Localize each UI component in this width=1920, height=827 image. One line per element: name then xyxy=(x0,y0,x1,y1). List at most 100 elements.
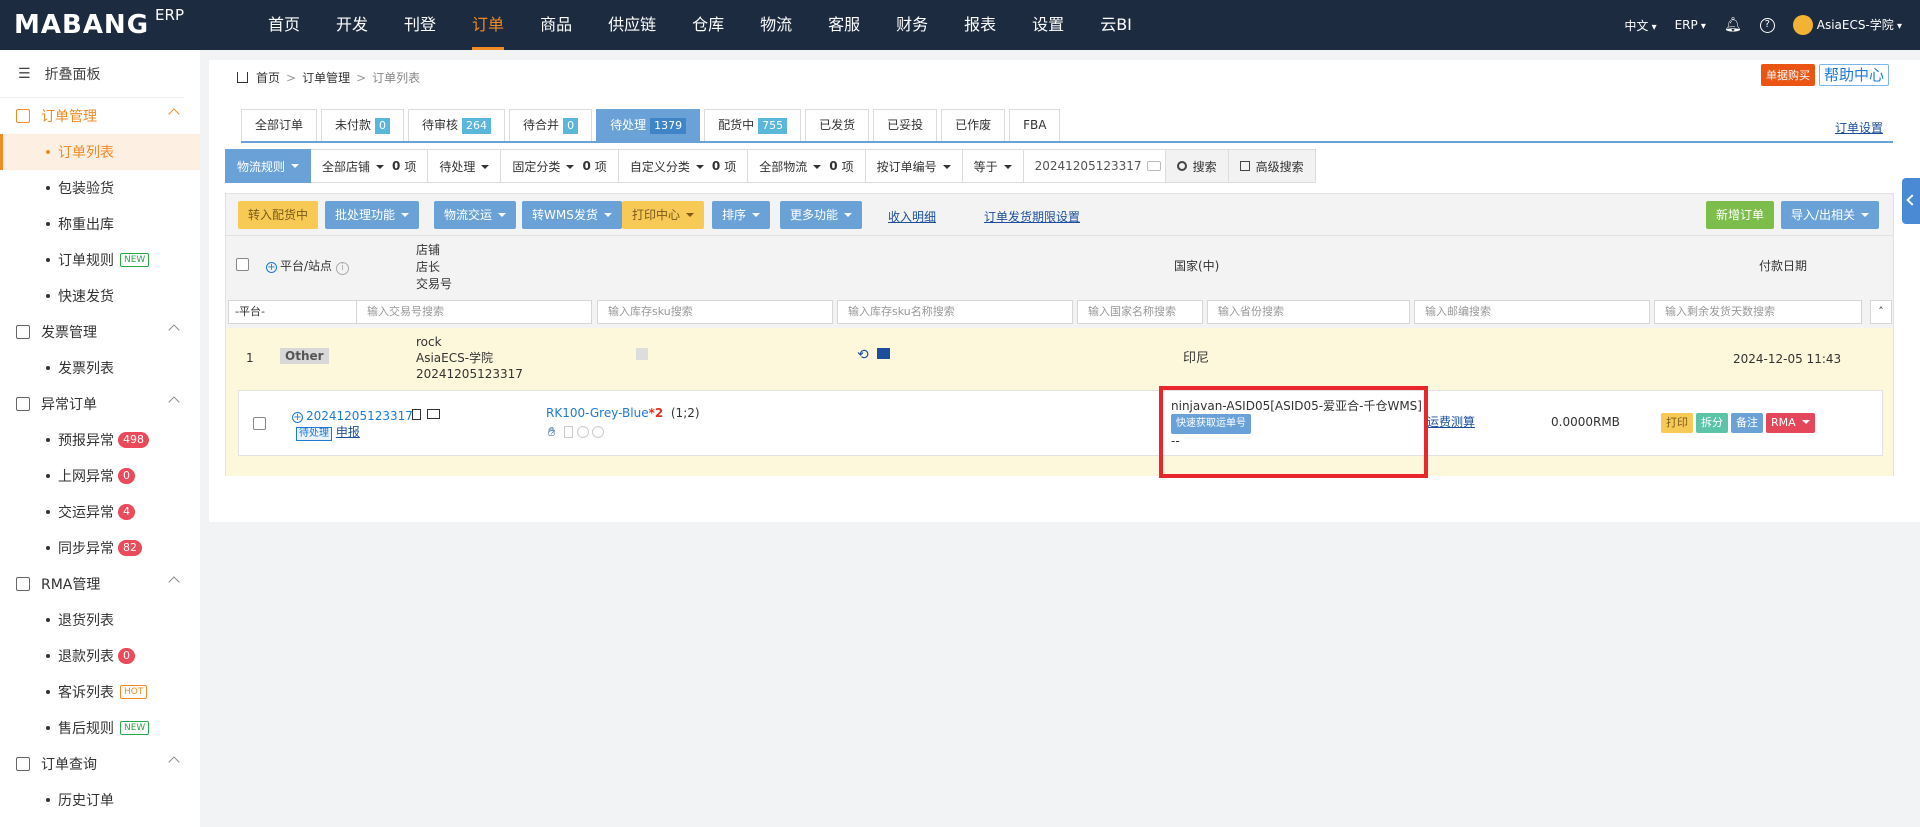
sidebar-item[interactable]: 上网异常 0 xyxy=(0,458,200,494)
select-all-checkbox[interactable] xyxy=(236,258,249,271)
status-tab[interactable]: 全部订单 xyxy=(241,109,318,141)
brand-logo[interactable]: MABANG ERP xyxy=(0,6,250,40)
single-buy-button[interactable]: 单据购买 xyxy=(1760,64,1815,86)
sidebar-item[interactable]: 退货列表 xyxy=(0,602,200,638)
order-no[interactable]: +20241205123317 xyxy=(292,408,413,424)
sidebar-item[interactable]: 预报异常 498 xyxy=(0,422,200,458)
search-button[interactable]: 搜索 xyxy=(1165,149,1229,183)
split-button[interactable]: 拆分 xyxy=(1696,413,1728,433)
right-panel-toggle[interactable] xyxy=(1902,178,1920,224)
all-logistics-dropdown[interactable]: 全部物流 0 项 xyxy=(748,149,866,183)
status-tab[interactable]: 未付款 0 xyxy=(321,109,405,141)
fixed-category-dropdown[interactable]: 固定分类 0 项 xyxy=(501,149,619,183)
search-input[interactable]: 20241205123317 xyxy=(1023,149,1166,183)
status-tab[interactable]: 已发货 xyxy=(805,109,870,141)
nav-item[interactable]: 客服 xyxy=(810,0,878,50)
to-picking-button[interactable]: 转入配货中 xyxy=(238,201,319,229)
print-button[interactable]: 打印 xyxy=(1661,413,1693,433)
status-tab[interactable]: 待审核 264 xyxy=(408,109,506,141)
sidebar-item[interactable]: 退款列表 0 xyxy=(0,638,200,674)
nav-item[interactable]: 刊登 xyxy=(386,0,454,50)
collapse-panel-button[interactable]: ☰ 折叠面板 xyxy=(0,50,184,98)
print-center-button[interactable]: 打印中心 xyxy=(622,201,705,229)
sidebar-item[interactable]: 快速发货 xyxy=(0,278,200,314)
equals-dropdown[interactable]: 等于 xyxy=(962,149,1024,183)
nav-item[interactable]: 供应链 xyxy=(590,0,674,50)
postcode-search-input[interactable]: 输入邮编搜索 xyxy=(1414,300,1650,324)
sidebar-group[interactable]: 订单查询 xyxy=(0,746,200,782)
freight-calc-link[interactable]: 运费测算 xyxy=(1427,414,1475,430)
income-detail-link[interactable]: 收入明细 xyxy=(888,208,936,225)
status-tab[interactable]: 待处理 1379 xyxy=(596,109,701,141)
breadcrumb-home[interactable]: 首页 xyxy=(256,69,280,86)
rma-button[interactable]: RMA xyxy=(1766,413,1815,433)
order-no-field-dropdown[interactable]: 按订单编号 xyxy=(865,149,963,183)
sidebar-item[interactable]: 历史订单 xyxy=(0,782,200,818)
sidebar-item[interactable]: 包装验货 xyxy=(0,170,200,206)
batch-button[interactable]: 批处理功能 xyxy=(325,201,420,229)
nav-item[interactable]: 订单 xyxy=(454,0,522,50)
sort-button[interactable]: 排序 xyxy=(712,201,771,229)
status-tab[interactable]: 待合并 0 xyxy=(509,109,593,141)
sidebar-item[interactable]: 售后规则 NEW xyxy=(0,710,200,746)
bell-icon[interactable]: 🔔︎ xyxy=(1724,17,1742,33)
refresh-icon[interactable] xyxy=(592,426,604,438)
sidebar-item[interactable]: 称重出库 xyxy=(0,206,200,242)
history-icon[interactable]: ⟲ xyxy=(857,347,869,363)
sidebar-group[interactable]: RMA管理 xyxy=(0,566,200,602)
province-search-input[interactable]: 输入省份搜索 xyxy=(1207,300,1410,324)
status-tab[interactable]: FBA xyxy=(1009,109,1061,141)
help-icon[interactable]: ? xyxy=(1759,17,1775,33)
nav-item[interactable]: 财务 xyxy=(878,0,946,50)
nav-item[interactable]: 首页 xyxy=(250,0,318,50)
status-tab[interactable]: 已作废 xyxy=(941,109,1006,141)
hand-icon[interactable]: ✋︎ xyxy=(548,425,555,441)
download-icon[interactable] xyxy=(636,348,648,360)
card-icon[interactable] xyxy=(427,409,440,419)
import-export-button[interactable]: 导入/出相关 xyxy=(1781,201,1880,229)
new-order-button[interactable]: 新增订单 xyxy=(1706,201,1775,229)
sidebar-item[interactable]: 交运异常 4 xyxy=(0,494,200,530)
nav-item[interactable]: 开发 xyxy=(318,0,386,50)
remaining-days-search-input[interactable]: 输入剩余发货天数搜索 xyxy=(1654,300,1862,324)
logistics-rule-dropdown[interactable]: 物流规则 xyxy=(225,149,312,183)
nav-item[interactable]: 物流 xyxy=(742,0,810,50)
merge-icon[interactable] xyxy=(577,426,589,438)
sidebar-item[interactable]: 客诉列表 HOT xyxy=(0,674,200,710)
collapse-up-button[interactable]: ˄ xyxy=(1870,300,1892,324)
sidebar-item[interactable]: 订单列表 xyxy=(0,134,200,170)
sku-name-search-input[interactable]: 输入库存sku名称搜索 xyxy=(837,300,1073,324)
sidebar-group[interactable]: 订单管理 xyxy=(0,98,200,134)
user-menu[interactable]: AsiaECS-学院 xyxy=(1792,15,1902,35)
erp-dropdown[interactable]: ERP xyxy=(1675,18,1706,32)
order-settings-link[interactable]: 订单设置 xyxy=(1835,119,1883,136)
sidebar-group[interactable]: 发票管理 xyxy=(0,314,200,350)
status-tab[interactable]: 配货中 755 xyxy=(704,109,802,141)
nav-item[interactable]: 云BI xyxy=(1082,0,1150,50)
sidebar-item[interactable]: 订单规则 NEW xyxy=(0,242,200,278)
platform-header[interactable]: + 平台/站点 i xyxy=(266,258,350,275)
wms-ship-button[interactable]: 转WMS发货 xyxy=(522,201,622,229)
clipboard-icon[interactable] xyxy=(564,426,573,438)
status-dropdown[interactable]: 待处理 xyxy=(428,149,502,183)
copy-icon[interactable] xyxy=(412,409,421,420)
trade-no-search-input[interactable]: 输入交易号搜索 xyxy=(356,300,592,324)
note-button[interactable]: 备注 xyxy=(1731,413,1763,433)
nav-item[interactable]: 商品 xyxy=(522,0,590,50)
camera-icon[interactable] xyxy=(1146,161,1161,171)
country-search-input[interactable]: 输入国家名称搜索 xyxy=(1077,300,1203,324)
logistics-ship-button[interactable]: 物流交运 xyxy=(434,201,517,229)
sku-search-input[interactable]: 输入库存sku搜索 xyxy=(597,300,833,324)
sidebar-group[interactable]: 异常订单 xyxy=(0,386,200,422)
breadcrumb-order-mgmt[interactable]: 订单管理 xyxy=(302,69,350,86)
status-tab[interactable]: 已妥投 xyxy=(873,109,938,141)
sku-link[interactable]: RK100-Grey-Blue xyxy=(546,406,649,420)
help-center-button[interactable]: 帮助中心 xyxy=(1818,64,1889,86)
nav-item[interactable]: 报表 xyxy=(946,0,1014,50)
list-icon[interactable] xyxy=(877,348,890,359)
order-checkbox[interactable] xyxy=(253,417,266,430)
advanced-search-button[interactable]: 高级搜索 xyxy=(1228,149,1316,183)
report-link[interactable]: 申报 xyxy=(336,425,360,439)
more-functions-button[interactable]: 更多功能 xyxy=(780,201,863,229)
nav-item[interactable]: 设置 xyxy=(1014,0,1082,50)
